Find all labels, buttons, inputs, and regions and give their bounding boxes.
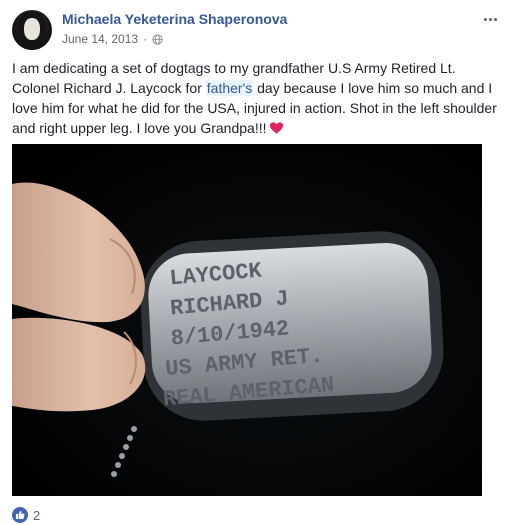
post-text: I am dedicating a set of dogtags to my g… — [12, 58, 504, 138]
reactions-bar: 2 — [12, 505, 40, 525]
post-photo[interactable]: LAYCOCK RICHARD J 8/10/1942 US ARMY RET.… — [12, 144, 482, 496]
meta-separator: · — [143, 32, 148, 46]
avatar[interactable] — [12, 10, 52, 50]
post-date[interactable]: June 14, 2013 — [62, 32, 138, 46]
post-meta: June 14, 2013 · — [62, 32, 163, 46]
dogtag-photo: LAYCOCK RICHARD J 8/10/1942 US ARMY RET.… — [12, 144, 482, 496]
like-icon[interactable] — [12, 507, 28, 523]
post-header: Michaela Yeketerina Shaperonova June 14,… — [12, 8, 504, 52]
author-name[interactable]: Michaela Yeketerina Shaperonova — [62, 11, 287, 27]
heart-icon — [269, 122, 283, 134]
globe-icon[interactable] — [152, 33, 163, 45]
reaction-count[interactable]: 2 — [33, 508, 40, 523]
more-options-button[interactable] — [480, 12, 500, 26]
fathers-day-link[interactable]: father's — [205, 80, 254, 96]
